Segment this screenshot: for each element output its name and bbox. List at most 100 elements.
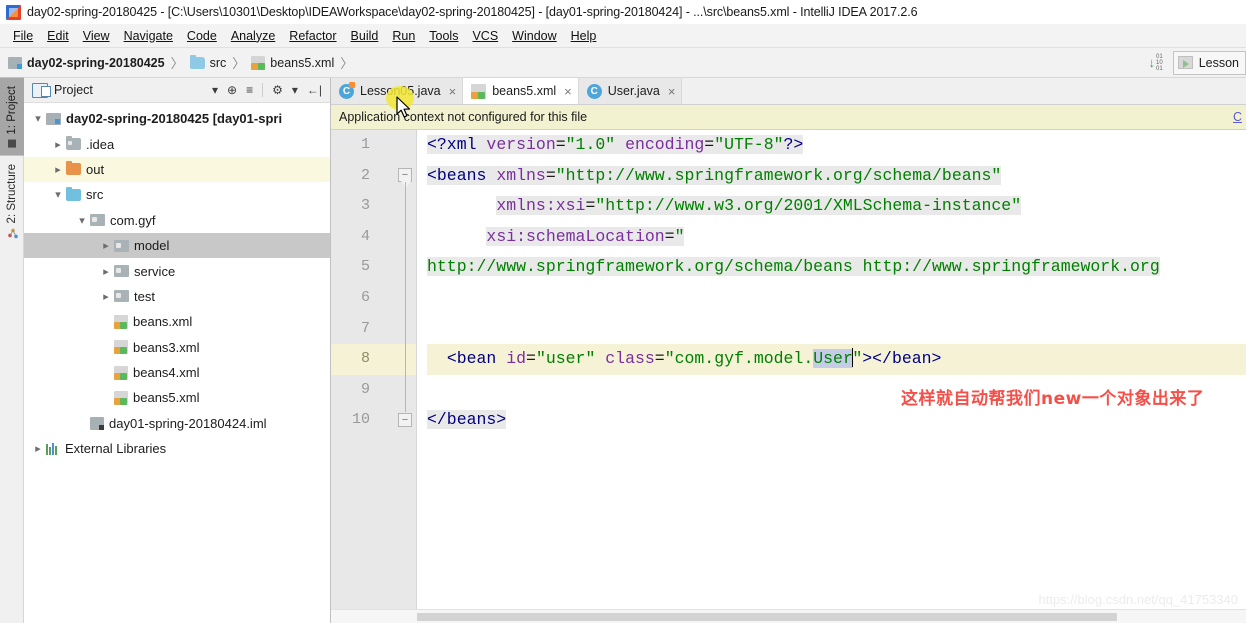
breadcrumb-separator-2: 〉	[232, 56, 246, 71]
tree-item-beans-xml[interactable]: ▸ beans.xml	[24, 309, 330, 334]
watermark: https://blog.csdn.net/qq_41753340	[1038, 592, 1239, 607]
code-text[interactable]: <?xml version="1.0" encoding="UTF-8"?> <…	[417, 130, 1246, 623]
tab-user-java[interactable]: C User.java ×	[578, 78, 683, 104]
tree-item-label: model	[134, 238, 170, 254]
tree-item-iml[interactable]: ▸ day01-spring-20180424.iml	[24, 411, 330, 436]
collapse-all-icon[interactable]: ≡	[246, 84, 253, 96]
menu-navigate-label: Navigate	[123, 28, 173, 43]
tree-item-model[interactable]: ▸ model	[24, 232, 330, 259]
chevron-right-icon[interactable]: ▸	[98, 265, 114, 278]
menu-vcs[interactable]: VCS	[465, 27, 505, 45]
code-fold-collapse-icon[interactable]: −	[398, 168, 412, 188]
menu-code[interactable]: Code	[180, 27, 224, 45]
menu-window[interactable]: Window	[505, 27, 563, 45]
breadcrumb-item-src[interactable]: src	[189, 54, 227, 70]
menu-view[interactable]: View	[76, 27, 117, 45]
chevron-down-icon[interactable]: ▾	[50, 188, 66, 201]
line-number: 4	[360, 227, 370, 245]
menu-edit[interactable]: Edit	[40, 27, 76, 45]
chevron-right-icon[interactable]: ▸	[50, 163, 66, 176]
view-options-dropdown[interactable]: ▾	[212, 84, 218, 96]
menu-run[interactable]: Run	[385, 27, 422, 45]
library-icon	[46, 442, 60, 456]
run-config-icon	[1177, 56, 1193, 69]
run-configuration-selector[interactable]: Lesson	[1172, 50, 1246, 75]
menu-build[interactable]: Build	[344, 27, 386, 45]
tab-lesson05-java[interactable]: C Lesson05.java ×	[331, 78, 464, 104]
chevron-right-icon[interactable]: ▸	[98, 290, 114, 303]
chevron-down-icon[interactable]: ▾	[30, 112, 46, 125]
xml-file-icon	[114, 390, 128, 405]
breadcrumb-item-file[interactable]: beans5.xml	[251, 55, 334, 70]
folder-grey-icon	[66, 136, 81, 151]
tree-item-label: day02-spring-20180425 [day01-spri	[66, 111, 283, 127]
tree-item-idea[interactable]: ▸ .idea	[24, 131, 330, 156]
menu-tools[interactable]: Tools	[422, 27, 465, 45]
line-number: 5	[360, 258, 370, 276]
tree-item-external-libraries[interactable]: ▸ External Libraries	[24, 436, 330, 461]
xml-file-icon	[251, 55, 266, 70]
menu-help[interactable]: Help	[564, 27, 604, 45]
tab-beans5-xml[interactable]: beans5.xml ×	[463, 78, 579, 104]
tool-tab-structure-label: 2: Structure	[6, 163, 18, 224]
code-line-10: </beans>	[427, 410, 507, 430]
horizontal-scrollbar[interactable]	[331, 609, 1246, 623]
close-icon[interactable]: ×	[564, 84, 572, 99]
code-line-5: http://www.springframework.org/schema/be…	[427, 257, 1160, 277]
menu-view-label: View	[82, 28, 110, 43]
tree-item-module[interactable]: ▾ day02-spring-20180425 [day01-spri	[24, 106, 330, 131]
scroll-from-source-icon[interactable]: ⊕	[227, 84, 237, 96]
menu-window-label: Window	[512, 28, 557, 43]
menu-help-label: Help	[570, 28, 597, 43]
tree-item-beans5-xml[interactable]: ▸ beans5.xml	[24, 385, 330, 410]
menu-analyze[interactable]: Analyze	[224, 27, 282, 45]
settings-gear-icon[interactable]: ⚙	[272, 84, 283, 96]
code-fold-end-icon[interactable]: −	[398, 413, 412, 427]
tree-item-service[interactable]: ▸ service	[24, 258, 330, 283]
project-panel-header: Project ▾ ⊕ ≡ ⚙ ▾ ←|	[24, 78, 330, 103]
scrollbar-thumb[interactable]	[417, 613, 1117, 621]
project-tool-icon	[8, 139, 16, 148]
tree-item-label: External Libraries	[65, 441, 167, 457]
tree-item-label: test	[134, 288, 155, 304]
close-icon[interactable]: ×	[449, 84, 457, 99]
tree-item-out[interactable]: ▸ out	[24, 156, 330, 183]
xml-file-icon	[114, 340, 128, 355]
tree-item-beans3-xml[interactable]: ▸ beans3.xml	[24, 335, 330, 360]
tree-item-src[interactable]: ▾ src	[24, 182, 330, 207]
close-icon[interactable]: ×	[668, 84, 676, 99]
notification-action-link[interactable]: C	[1233, 110, 1242, 124]
breadcrumb-src-label: src	[209, 55, 227, 70]
chevron-right-icon[interactable]: ▸	[98, 239, 114, 252]
tree-item-label: beans.xml	[133, 314, 193, 330]
sidebar-item-project[interactable]: 1: Project	[0, 78, 24, 156]
navigation-bar: day02-spring-20180425 〉 src 〉 beans5.xml…	[0, 48, 1246, 78]
project-view-icon	[32, 82, 51, 98]
sort-numeric-icon[interactable]: ↓ 01 10 01	[1149, 54, 1163, 72]
line-number: 7	[360, 319, 370, 337]
menu-refactor[interactable]: Refactor	[282, 27, 343, 45]
line-number-current: 8	[331, 344, 416, 375]
code-line-4: xsi:schemaLocation="	[486, 226, 685, 246]
tree-item-beans4-xml[interactable]: ▸ beans4.xml	[24, 360, 330, 385]
chevron-down-icon[interactable]: ▾	[74, 214, 90, 227]
chevron-right-icon[interactable]: ▸	[50, 138, 66, 151]
window-title: day02-spring-20180425 - [C:\Users\10301\…	[27, 5, 918, 19]
tree-item-label: beans3.xml	[133, 339, 200, 355]
tree-item-test[interactable]: ▸ test	[24, 284, 330, 309]
tree-item-com-gyf[interactable]: ▾ com.gyf	[24, 208, 330, 233]
sidebar-item-structure[interactable]: 2: Structure	[0, 156, 24, 246]
tree-item-label: day01-spring-20180424.iml	[109, 415, 267, 431]
chevron-right-icon[interactable]: ▸	[30, 442, 46, 455]
gear-dropdown-icon[interactable]: ▾	[292, 84, 298, 96]
code-editor[interactable]: 1 2 3 4 5 6 7 8 9 10 − − <?xml version="…	[331, 130, 1246, 623]
breadcrumb-item-project[interactable]: day02-spring-20180425	[8, 56, 165, 70]
hide-panel-icon[interactable]: ←|	[307, 84, 322, 96]
folder-orange-icon	[66, 161, 81, 176]
menu-navigate[interactable]: Navigate	[117, 27, 180, 45]
tree-item-label: out	[86, 161, 105, 177]
menu-analyze-label: Analyze	[230, 28, 276, 43]
menu-file[interactable]: File	[6, 27, 40, 45]
source-folder-icon	[66, 186, 81, 201]
